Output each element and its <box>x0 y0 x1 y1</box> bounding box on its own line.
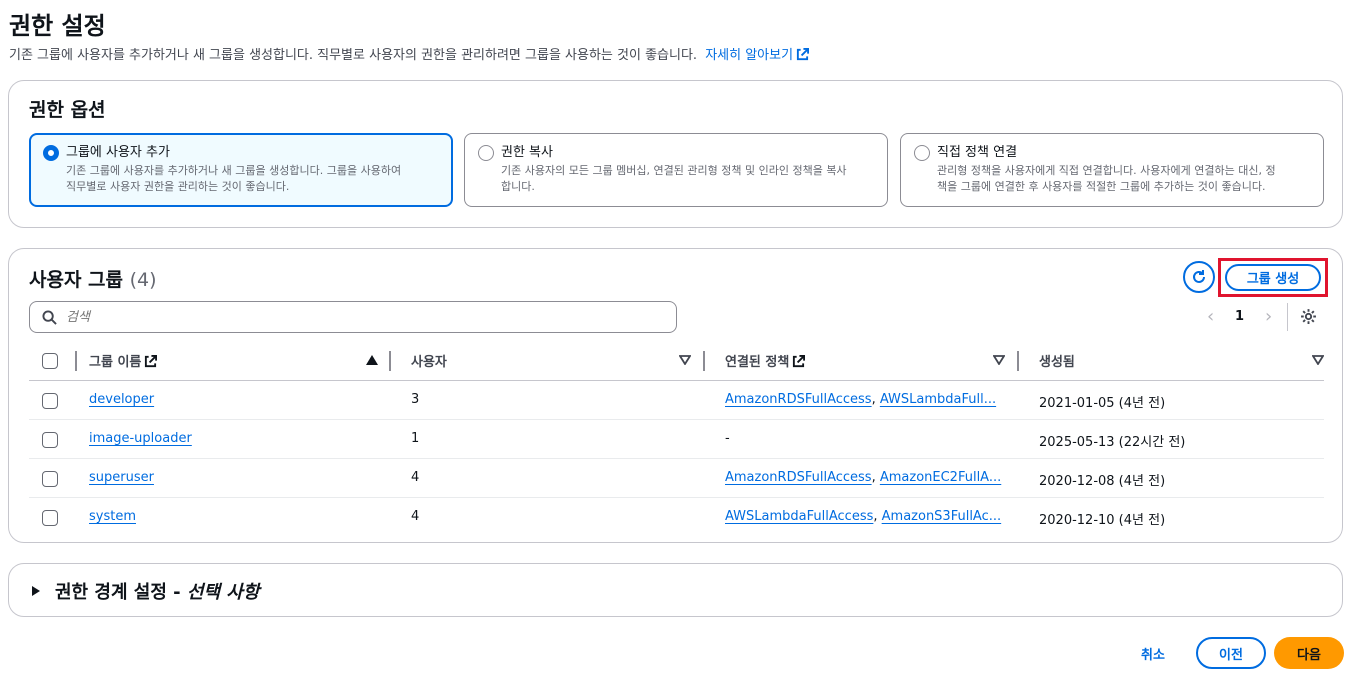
permissions-boundary-title[interactable]: 권한 경계 설정 - 선택 사항 <box>55 578 259 604</box>
policy-link[interactable]: AmazonEC2FullA... <box>880 470 1001 485</box>
option-desc-line1: 기존 그룹에 사용자를 추가하거나 새 그룹을 생성합니다. 그룹을 사용하여 <box>66 164 402 177</box>
table-settings-button[interactable] <box>1300 308 1317 329</box>
select-all-checkbox[interactable] <box>42 353 58 369</box>
option-add-to-group[interactable]: 그룹에 사용자 추가 기존 그룹에 사용자를 추가하거나 새 그룹을 생성합니다… <box>29 133 453 207</box>
column-attached-policies-label: 연결된 정책 <box>725 355 790 370</box>
column-created[interactable]: 생성됨 <box>1039 351 1075 370</box>
pager-divider <box>1287 303 1288 331</box>
row-checkbox[interactable] <box>42 432 58 448</box>
sort-ascending-icon[interactable] <box>366 355 378 365</box>
table-header: 그룹 이름 사용자 연결된 정책 생성됨 <box>29 341 1324 381</box>
created-date: 2025-05-13 (22시간 전) <box>1039 435 1186 450</box>
search-icon <box>42 310 57 325</box>
refresh-button[interactable] <box>1183 261 1215 293</box>
create-group-button[interactable]: 그룹 생성 <box>1225 264 1321 291</box>
permission-options-heading: 권한 옵션 <box>29 99 106 121</box>
page-description: 기존 그룹에 사용자를 추가하거나 새 그룹을 생성합니다. 직무별로 사용자의… <box>9 44 810 63</box>
column-divider <box>389 351 391 371</box>
sort-icon[interactable] <box>1312 355 1324 365</box>
chevron-left-icon[interactable]: ‹ <box>1207 308 1214 326</box>
policies-cell: - <box>725 431 730 446</box>
search-field[interactable] <box>29 301 677 333</box>
option-label: 그룹에 사용자 추가 <box>66 145 170 160</box>
column-divider <box>703 351 705 371</box>
table-row: image-uploader 1 - 2025-05-13 (22시간 전) <box>29 420 1324 459</box>
previous-button[interactable]: 이전 <box>1196 637 1266 669</box>
user-count: 4 <box>411 509 420 524</box>
row-checkbox[interactable] <box>42 393 58 409</box>
option-desc-line2: 합니다. <box>501 180 535 193</box>
policies-cell: AWSLambdaFullAccess, AmazonS3FullAc... <box>725 509 1002 524</box>
user-groups-count: (4) <box>129 269 157 291</box>
created-date: 2021-01-05 (4년 전) <box>1039 396 1166 411</box>
permission-options-panel: 권한 옵션 그룹에 사용자 추가 기존 그룹에 사용자를 추가하거나 새 그룹을… <box>8 80 1343 228</box>
option-desc-line2: 직무별로 사용자 권한을 관리하는 것이 좋습니다. <box>66 180 290 193</box>
column-attached-policies[interactable]: 연결된 정책 <box>725 351 806 370</box>
external-link-icon <box>145 355 158 368</box>
policies-cell: AmazonRDSFullAccess, AmazonEC2FullA... <box>725 470 1002 485</box>
option-desc-line1: 기존 사용자의 모든 그룹 멤버십, 연결된 관리형 정책 및 인라인 정책을 … <box>501 164 847 177</box>
row-checkbox[interactable] <box>42 471 58 487</box>
table-row: developer 3 AmazonRDSFullAccess, AWSLamb… <box>29 381 1324 420</box>
gear-icon <box>1301 309 1316 324</box>
page-title: 권한 설정 <box>9 12 106 40</box>
group-name-link[interactable]: system <box>89 509 136 524</box>
user-count: 1 <box>411 431 420 446</box>
refresh-icon <box>1193 270 1205 283</box>
option-label: 직접 정책 연결 <box>937 145 1018 160</box>
user-groups-heading: 사용자 그룹 (4) <box>29 265 157 292</box>
option-desc-line1: 관리형 정책을 사용자에게 직접 연결합니다. 사용자에게 연결하는 대신, 정 <box>937 164 1276 177</box>
row-checkbox[interactable] <box>42 510 58 526</box>
boundary-title-text: 권한 경계 설정 - <box>55 582 187 603</box>
caret-right-icon[interactable] <box>32 586 40 596</box>
learn-more-link[interactable]: 자세히 알아보기 <box>705 48 810 63</box>
create-group-highlight: 그룹 생성 <box>1218 258 1328 297</box>
page-description-text: 기존 그룹에 사용자를 추가하거나 새 그룹을 생성합니다. 직무별로 사용자의… <box>9 48 698 63</box>
policy-link[interactable]: AWSLambdaFull... <box>880 392 996 407</box>
sort-icon[interactable] <box>679 355 691 365</box>
group-name-link[interactable]: developer <box>89 392 154 407</box>
cancel-button[interactable]: 취소 <box>1128 639 1178 667</box>
created-date: 2020-12-10 (4년 전) <box>1039 513 1166 528</box>
user-count: 3 <box>411 392 420 407</box>
table-row: system 4 AWSLambdaFullAccess, AmazonS3Fu… <box>29 498 1324 537</box>
search-input[interactable] <box>66 305 666 329</box>
policy-link[interactable]: AmazonRDSFullAccess <box>725 392 872 407</box>
radio-attach-policies[interactable] <box>914 145 930 161</box>
policies-cell: AmazonRDSFullAccess, AWSLambdaFull... <box>725 392 997 407</box>
chevron-right-icon[interactable]: › <box>1265 308 1272 326</box>
created-date: 2020-12-08 (4년 전) <box>1039 474 1166 489</box>
external-link-icon <box>796 48 810 61</box>
option-desc-line2: 책을 그룹에 연결한 후 사용자를 적절한 그룹에 추가하는 것이 좋습니다. <box>937 180 1266 193</box>
boundary-title-optional: 선택 사항 <box>186 582 260 603</box>
external-link-icon <box>793 355 806 368</box>
page-number[interactable]: 1 <box>1235 309 1244 324</box>
table-row: superuser 4 AmazonRDSFullAccess, AmazonE… <box>29 459 1324 498</box>
sort-icon[interactable] <box>993 355 1005 365</box>
user-groups-panel: 사용자 그룹 (4) 그룹 생성 ‹ 1 › 그룹 이름 사용자 연결된 정책 … <box>8 248 1343 543</box>
column-divider <box>1017 351 1019 371</box>
group-name-link[interactable]: superuser <box>89 470 154 485</box>
group-name-link[interactable]: image-uploader <box>89 431 192 446</box>
policy-link[interactable]: AmazonRDSFullAccess <box>725 470 872 485</box>
column-users[interactable]: 사용자 <box>411 351 447 370</box>
option-attach-policies[interactable]: 직접 정책 연결 관리형 정책을 사용자에게 직접 연결합니다. 사용자에게 연… <box>900 133 1324 207</box>
option-copy-permissions[interactable]: 권한 복사 기존 사용자의 모든 그룹 멤버십, 연결된 관리형 정책 및 인라… <box>464 133 888 207</box>
option-label: 권한 복사 <box>501 145 553 160</box>
policy-link[interactable]: AWSLambdaFullAccess <box>725 509 873 524</box>
user-count: 4 <box>411 470 420 485</box>
user-groups-title: 사용자 그룹 <box>29 269 124 291</box>
radio-copy-permissions[interactable] <box>478 145 494 161</box>
permissions-boundary-panel[interactable]: 권한 경계 설정 - 선택 사항 <box>8 563 1343 617</box>
policy-link[interactable]: AmazonS3FullAc... <box>882 509 1002 524</box>
learn-more-label: 자세히 알아보기 <box>705 48 794 63</box>
column-group-name[interactable]: 그룹 이름 <box>89 351 158 370</box>
column-divider <box>75 351 77 371</box>
column-group-name-label: 그룹 이름 <box>89 355 142 370</box>
radio-add-to-group[interactable] <box>43 145 59 161</box>
next-button[interactable]: 다음 <box>1274 637 1344 669</box>
